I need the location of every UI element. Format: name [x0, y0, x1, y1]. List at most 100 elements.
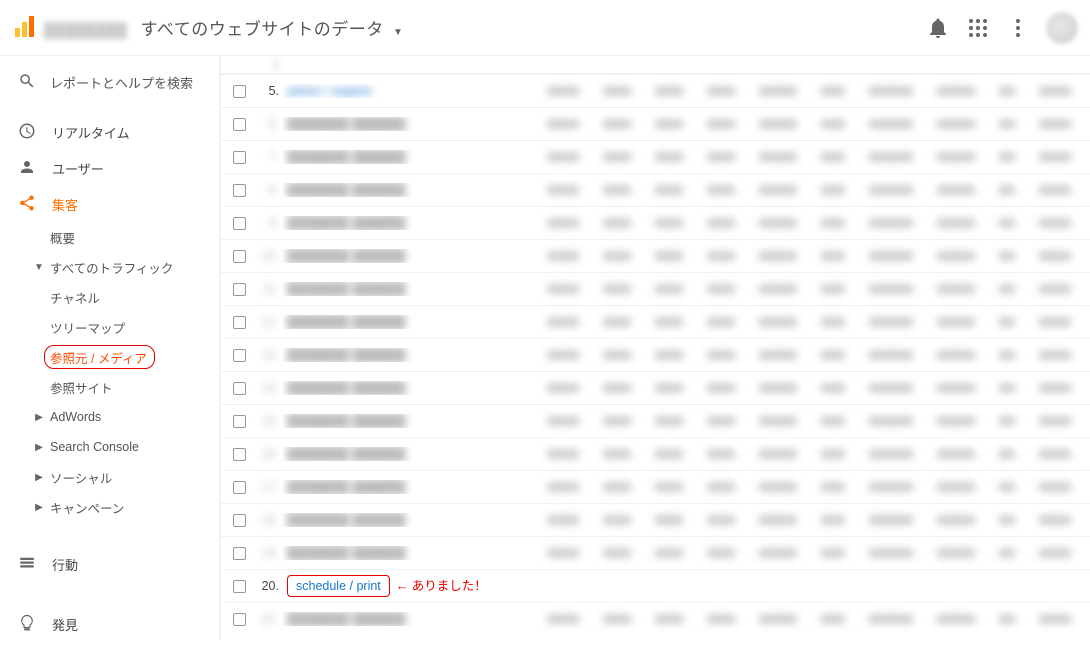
- nav-acq-referrals[interactable]: 参照サイト: [0, 372, 219, 402]
- nav-behavior[interactable]: 行動: [0, 546, 219, 582]
- row-checkbox[interactable]: [221, 415, 257, 428]
- row-index: 9.: [257, 216, 283, 230]
- source-link-blurred: ███████ ██████: [287, 150, 406, 164]
- source-medium-cell: ███████ ██████: [283, 117, 495, 131]
- row-index: 10.: [257, 249, 283, 263]
- row-checkbox[interactable]: [221, 283, 257, 296]
- source-medium-cell: ███████ ██████: [283, 447, 495, 461]
- row-index: 20.: [257, 579, 283, 593]
- topbar: ████████ すべてのウェブサイトのデータ ▼: [0, 0, 1090, 56]
- row-checkbox[interactable]: [221, 448, 257, 461]
- source-medium-cell: ███████ ██████: [283, 315, 495, 329]
- metrics-blurred: [495, 317, 1090, 327]
- table-row: 6.███████ ██████: [221, 107, 1090, 140]
- source-link-blurred: ███████ ██████: [287, 315, 406, 329]
- nav-acq-overview[interactable]: 概要: [0, 222, 219, 252]
- row-checkbox[interactable]: [221, 151, 257, 164]
- row-index: 14.: [257, 381, 283, 395]
- row-index: 8.: [257, 183, 283, 197]
- row-checkbox[interactable]: [221, 481, 257, 494]
- row-checkbox[interactable]: [221, 382, 257, 395]
- source-link-blurred: ███████ ██████: [287, 414, 406, 428]
- source-link-blurred: ███████ ██████: [287, 513, 406, 527]
- source-medium-cell: ███████ ██████: [283, 348, 495, 362]
- metrics-blurred: [495, 515, 1090, 525]
- apps-icon[interactable]: [966, 16, 990, 40]
- row-index: 7.: [257, 150, 283, 164]
- source-medium-cell: ███████ ██████: [283, 612, 495, 626]
- row-checkbox[interactable]: [221, 316, 257, 329]
- nav-realtime[interactable]: リアルタイム: [0, 114, 219, 150]
- arrow-right-icon: ▶: [32, 502, 46, 513]
- nav-acq-social[interactable]: ▶ ソーシャル: [0, 462, 219, 492]
- ga-logo: [12, 16, 36, 40]
- source-link[interactable]: yahoo / organic: [287, 84, 372, 98]
- nav-acq-source-medium[interactable]: 参照元 / メディア: [0, 342, 219, 372]
- table-row: 14.███████ ██████: [221, 371, 1090, 404]
- source-link-blurred: ███████ ██████: [287, 216, 406, 230]
- row-index: 16.: [257, 447, 283, 461]
- property-title[interactable]: ████████ すべてのウェブサイトのデータ ▼: [44, 15, 403, 40]
- source-link-blurred: ███████ ██████: [287, 348, 406, 362]
- nav-discover[interactable]: 発見: [0, 606, 219, 642]
- metrics-blurred: [495, 548, 1090, 558]
- row-checkbox[interactable]: [221, 217, 257, 230]
- row-checkbox[interactable]: [221, 118, 257, 131]
- table-row: 18.███████ ██████: [221, 503, 1090, 536]
- nav-audience-label: ユーザー: [52, 159, 104, 178]
- nav-acq-all-traffic[interactable]: ▼ すべてのトラフィック: [0, 252, 219, 282]
- row-checkbox[interactable]: [221, 547, 257, 560]
- row-checkbox[interactable]: [221, 250, 257, 263]
- caret-down-icon: ▼: [393, 27, 403, 38]
- table-row: 8. ███████ ██████: [221, 173, 1090, 206]
- source-medium-cell: ███████ ██████: [283, 216, 495, 230]
- row-index: 12.: [257, 315, 283, 329]
- nav-acquisition-label: 集客: [52, 195, 78, 214]
- table-row: 7. ███████ ██████: [221, 140, 1090, 173]
- table-row: 15.███████ ██████: [221, 404, 1090, 437]
- nav-acq-campaigns-label: キャンペーン: [50, 498, 124, 517]
- notifications-icon[interactable]: [926, 16, 950, 40]
- row-checkbox[interactable]: [221, 580, 257, 593]
- nav-acq-campaigns[interactable]: ▶ キャンペーン: [0, 492, 219, 522]
- row-checkbox[interactable]: [221, 514, 257, 527]
- row-index: 19.: [257, 546, 283, 560]
- source-link[interactable]: schedule / print: [296, 579, 381, 593]
- nav-acquisition[interactable]: 集客: [0, 186, 219, 222]
- row-checkbox[interactable]: [221, 349, 257, 362]
- nav-acq-treemaps[interactable]: ツリーマップ: [0, 312, 219, 342]
- table-row: 13. ███████ ██████: [221, 338, 1090, 371]
- search-icon: [18, 72, 50, 93]
- metrics-blurred: [495, 614, 1090, 624]
- row-checkbox[interactable]: [221, 85, 257, 98]
- nav-acq-search-console[interactable]: ▶ Search Console: [0, 432, 219, 462]
- metrics-blurred: [495, 218, 1090, 228]
- metrics-blurred: [495, 86, 1090, 96]
- table-row-partial: 4: [221, 56, 1090, 74]
- row-checkbox[interactable]: [221, 184, 257, 197]
- more-vert-icon[interactable]: [1006, 16, 1030, 40]
- nav-realtime-label: リアルタイム: [52, 123, 130, 142]
- nav-acq-channels[interactable]: チャネル: [0, 282, 219, 312]
- metrics-blurred: [495, 482, 1090, 492]
- clock-icon: [18, 122, 52, 143]
- source-link-blurred: ███████ ██████: [287, 183, 406, 197]
- nav-acq-adwords[interactable]: ▶ AdWords: [0, 402, 219, 432]
- row-checkbox[interactable]: [221, 613, 257, 626]
- source-medium-cell: ███████ ██████: [283, 183, 495, 197]
- account-avatar[interactable]: [1046, 12, 1078, 44]
- nav-audience[interactable]: ユーザー: [0, 150, 219, 186]
- row-index: 13.: [257, 348, 283, 362]
- row-index: 17.: [257, 480, 283, 494]
- arrow-right-icon: ▶: [32, 442, 46, 453]
- table-row: 17.███████ ██████: [221, 470, 1090, 503]
- metrics-blurred: [495, 350, 1090, 360]
- metrics-blurred: [495, 284, 1090, 294]
- source-medium-cell: ███████ ██████: [283, 150, 495, 164]
- sidebar-search[interactable]: レポートとヘルプを検索: [0, 56, 219, 108]
- row-index: 6.: [257, 117, 283, 131]
- source-medium-cell: ███████ ██████: [283, 480, 495, 494]
- source-medium-table: 4 5.yahoo / organic6.███████ ██████7.███…: [221, 56, 1090, 640]
- table-row: 19.███████ ██████: [221, 536, 1090, 569]
- property-name-blurred: ████████: [44, 22, 127, 38]
